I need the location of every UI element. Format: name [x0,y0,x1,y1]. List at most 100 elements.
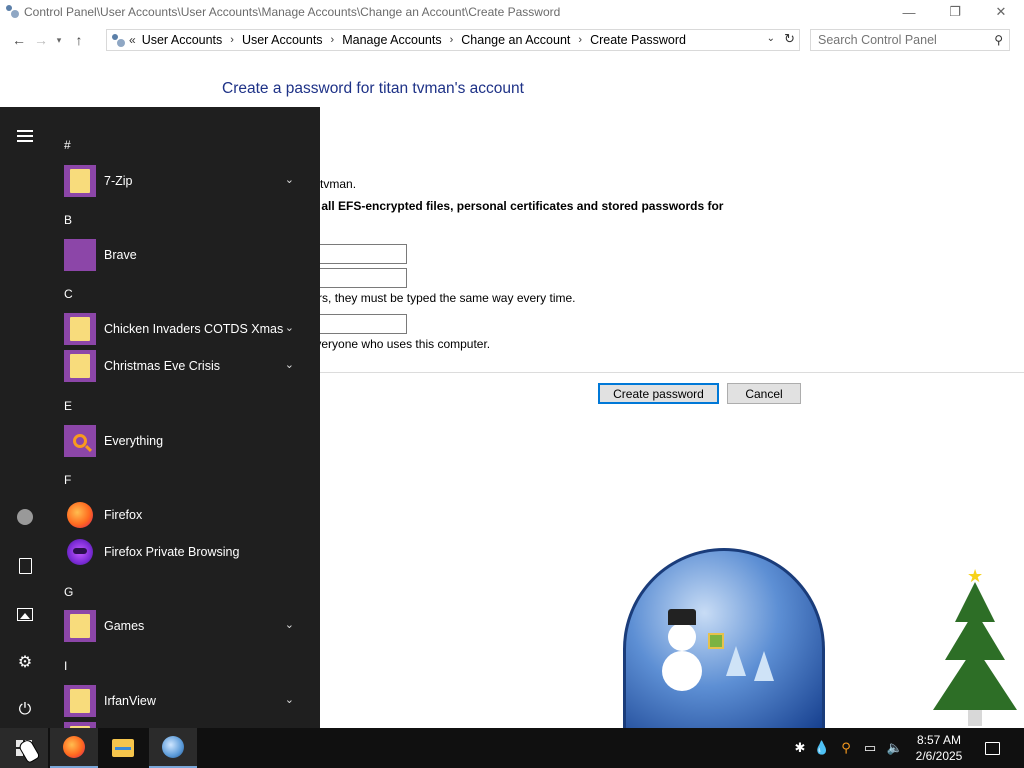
section-header-g[interactable]: G [64,585,73,599]
brave-icon [64,239,96,271]
folder-icon [64,610,96,642]
address-overflow-button[interactable]: « [129,33,136,47]
app-label: 7-Zip [104,174,133,188]
user-account-button[interactable] [13,505,37,529]
address-bar[interactable]: « User Accounts › User Accounts › Manage… [106,29,800,51]
control-panel-users-icon [4,4,20,20]
network-icon[interactable]: ▭ [860,728,880,768]
chevron-down-icon[interactable]: ⌄ [767,33,775,44]
section-header-c[interactable]: C [64,287,73,301]
taskbar-control-panel[interactable] [149,728,197,768]
app-item-games[interactable]: Games ⌄ [64,609,312,643]
close-button[interactable]: ✕ [978,0,1024,24]
chevron-right-icon[interactable]: › [578,34,582,46]
globe-tree-icon [754,651,774,681]
section-header-b[interactable]: B [64,213,72,227]
maximize-button[interactable]: ❐ [932,0,978,24]
app-item-next[interactable] [64,721,312,728]
folder-icon [64,165,96,197]
folder-icon [64,313,96,345]
pictures-button[interactable] [13,602,37,626]
app-item-firefox[interactable]: Firefox [64,498,312,532]
taskbar: ✱ 💧 ⚲ ▭ 🔈 8:57 AM 2/6/2025 [0,728,1024,768]
chevron-right-icon[interactable]: › [450,34,454,46]
page-title: Create a password for titan tvman's acco… [222,80,524,97]
create-password-button[interactable]: Create password [598,383,719,404]
settings-button[interactable]: ⚙ [13,650,37,674]
clock-time: 8:57 AM [916,733,962,747]
app-label: Everything [104,434,164,448]
app-item-chicken-invaders[interactable]: Chicken Invaders COTDS Xmas ⌄ [64,312,312,346]
cancel-button[interactable]: Cancel [727,383,801,404]
forward-button[interactable]: → [30,29,52,51]
search-tray-icon[interactable]: ⚲ [836,728,856,768]
recent-locations-button[interactable]: ▾ [52,29,66,51]
drop-icon[interactable]: 💧 [813,728,831,768]
avatar [17,509,33,525]
wifi-icon[interactable]: ✱ [790,728,810,768]
chevron-down-icon[interactable]: ⌄ [285,358,294,371]
up-button[interactable]: ↑ [68,29,90,51]
breadcrumb-user-accounts[interactable]: User Accounts [142,33,223,47]
app-label: Firefox Private Browsing [104,545,240,559]
search-input[interactable] [818,33,988,47]
control-panel-users-icon [111,32,127,48]
snowman-icon [662,651,702,691]
hamburger-menu-button[interactable] [13,124,37,148]
start-menu-rail: ⚙ ⏻ [0,107,50,728]
breadcrumb-create-password[interactable]: Create Password [590,33,686,47]
section-header-f[interactable]: F [64,473,71,487]
chevron-down-icon[interactable]: ⌄ [285,693,294,706]
breadcrumb-user-accounts-2[interactable]: User Accounts [242,33,323,47]
minimize-button[interactable]: — [886,0,932,24]
firefox-icon [63,736,85,758]
chevron-down-icon[interactable]: ⌄ [285,321,294,334]
divider [222,372,1024,373]
taskbar-firefox[interactable] [50,728,98,768]
file-explorer-icon [112,739,134,757]
app-label: Christmas Eve Crisis [104,359,220,373]
app-item-brave[interactable]: Brave [64,238,312,272]
section-header-i[interactable]: I [64,659,67,673]
chevron-right-icon[interactable]: › [331,34,335,46]
app-item-christmas-eve-crisis[interactable]: Christmas Eve Crisis ⌄ [64,349,312,383]
firefox-private-icon [64,536,96,568]
title-bar: Control Panel\User Accounts\User Account… [0,0,1024,24]
app-item-everything[interactable]: Everything [64,424,312,458]
app-label: Brave [104,248,137,262]
tree-tier [933,646,1017,710]
clock[interactable]: 8:57 AM 2/6/2025 [908,732,970,764]
control-panel-icon [162,736,184,758]
document-icon [18,558,32,574]
chevron-down-icon[interactable]: ⌄ [285,618,294,631]
app-list: # 7-Zip ⌄ B Brave C Chicken Invaders COT… [64,107,320,728]
section-header-hash[interactable]: # [64,138,71,152]
volume-icon[interactable]: 🔈 [884,728,906,768]
search-icon[interactable]: ⚲ [994,33,1003,47]
breadcrumb-manage-accounts[interactable]: Manage Accounts [342,33,441,47]
tree-trunk [968,710,982,726]
app-label: Chicken Invaders COTDS Xmas [104,322,284,336]
notification-icon [984,741,1000,755]
chevron-down-icon[interactable]: ⌄ [285,173,294,186]
chevron-right-icon[interactable]: › [230,34,234,46]
window-title: Control Panel\User Accounts\User Account… [24,5,561,19]
breadcrumb-change-an-account[interactable]: Change an Account [461,33,570,47]
taskbar-file-explorer[interactable] [99,728,147,768]
back-button[interactable]: ← [8,29,30,51]
app-item-7zip[interactable]: 7-Zip ⌄ [64,164,312,198]
app-item-firefox-private[interactable]: Firefox Private Browsing [64,535,312,569]
everything-icon [64,425,96,457]
hamburger-icon [17,130,33,142]
section-header-e[interactable]: E [64,399,72,413]
refresh-icon[interactable]: ↻ [784,31,795,47]
documents-button[interactable] [13,554,37,578]
power-button[interactable]: ⏻ [13,698,37,722]
app-item-irfanview[interactable]: IrfanView ⌄ [64,684,312,718]
snowman-head-icon [668,623,696,651]
pictures-icon [17,607,33,621]
action-center-button[interactable] [978,728,1006,768]
app-label: Games [104,619,145,633]
search-box[interactable]: ⚲ [810,29,1010,51]
globe-tree-icon [726,646,746,676]
